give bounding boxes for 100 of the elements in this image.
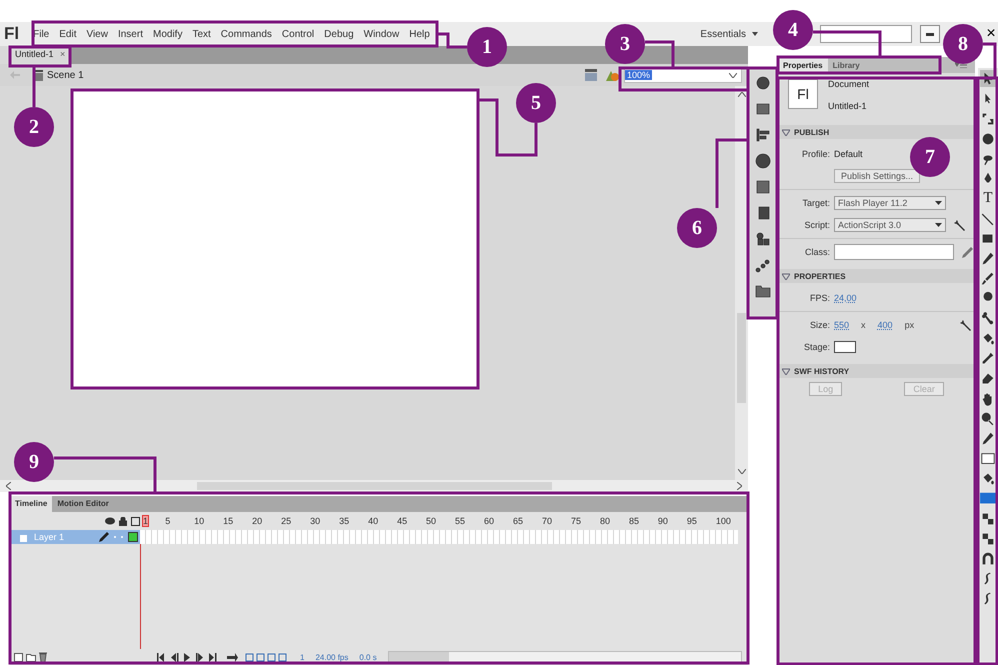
chevron-down-icon[interactable] (729, 72, 737, 78)
menu-item[interactable]: View (86, 28, 108, 40)
field-label: Stage: (802, 342, 830, 352)
eye-icon[interactable] (105, 517, 115, 525)
wrench-icon[interactable] (954, 220, 965, 230)
panel-tab[interactable]: Motion Editor (52, 496, 114, 512)
width-value[interactable]: 550 (834, 320, 850, 330)
folder-icon[interactable] (26, 652, 36, 662)
zoom-icon[interactable] (980, 410, 996, 426)
frame-number: 15 (223, 516, 234, 526)
squares-icon[interactable] (980, 530, 996, 546)
height-value[interactable]: 400 (878, 320, 893, 330)
disclosure-icon[interactable] (782, 128, 790, 136)
frame-number: 90 (658, 516, 668, 526)
loop-icon[interactable] (226, 652, 238, 662)
frame-cells[interactable] (140, 530, 738, 544)
scene-label[interactable]: Scene 1 (47, 70, 84, 80)
current-frame: 1 (300, 652, 304, 662)
frame-number: 40 (368, 516, 378, 526)
menu-item[interactable]: Window (364, 28, 400, 40)
menu-item[interactable]: Modify (152, 28, 182, 40)
onion-skin-icon[interactable] (245, 652, 289, 662)
frame-number: 30 (310, 516, 320, 526)
clapper-icon[interactable] (584, 68, 600, 82)
workspace-switcher[interactable]: Essentials (700, 28, 746, 40)
target-dropdown[interactable]: Flash Player 11.2 (834, 196, 946, 210)
disclosure-icon[interactable] (782, 272, 790, 280)
leader-line (813, 30, 882, 57)
outline-icon[interactable] (131, 516, 140, 526)
dropper-icon[interactable] (980, 350, 996, 366)
leader-line (645, 40, 674, 68)
brush-icon[interactable] (980, 270, 996, 286)
section-header[interactable]: SWF HISTORY (778, 364, 975, 378)
panel-tab[interactable]: Library (828, 58, 865, 72)
minimize-button[interactable] (920, 25, 940, 43)
text-tool[interactable]: T (983, 190, 993, 207)
frame-number: 35 (339, 516, 350, 526)
frame-number: 80 (600, 516, 610, 526)
fps-value[interactable]: 24,00 (834, 293, 857, 303)
frame-number: 55 (455, 516, 466, 526)
vertical-scrollbar[interactable] (735, 86, 748, 480)
new-layer-icon[interactable] (14, 652, 23, 662)
menu-item[interactable]: Help (409, 28, 430, 40)
frame-number: 95 (686, 516, 697, 526)
menu-item[interactable]: Control (282, 28, 314, 40)
playback-controls-icon[interactable] (157, 652, 219, 662)
pencil-icon[interactable] (980, 430, 996, 446)
fill-swatch-icon[interactable] (980, 490, 996, 506)
publish-settings-button[interactable]: Publish Settings... (834, 169, 920, 183)
horizontal-scrollbar[interactable] (0, 480, 748, 492)
leader-line (32, 66, 36, 107)
stroke-swatch-icon[interactable] (980, 450, 996, 466)
layer-color-swatch[interactable] (128, 532, 138, 542)
section-header[interactable]: PUBLISH (778, 125, 975, 139)
disclosure-icon[interactable] (782, 368, 790, 374)
frame-number: 10 (194, 516, 204, 526)
menu-item[interactable]: Commands (220, 28, 272, 40)
caret-icon (935, 223, 942, 227)
caret-icon (752, 32, 758, 36)
leader-line (716, 138, 748, 208)
menu-item[interactable]: Edit (59, 28, 76, 40)
sphere-icon[interactable] (980, 130, 996, 146)
menu-item[interactable]: Insert (118, 28, 143, 40)
panel-menu-icon[interactable] (955, 62, 967, 68)
pencil-icon[interactable] (980, 250, 996, 266)
document-type: Document (828, 79, 870, 89)
document-icon: Fl (788, 79, 818, 109)
scroll-thumb[interactable] (737, 313, 746, 403)
wrench-icon[interactable] (960, 320, 972, 330)
timeline-scrollbar[interactable] (388, 651, 742, 663)
menu-item[interactable]: Debug (324, 28, 354, 40)
chevron-left-icon[interactable] (6, 482, 11, 490)
components-icon[interactable] (754, 230, 772, 248)
panel-tab[interactable]: Timeline (10, 496, 52, 512)
field-label: FPS: (808, 293, 830, 303)
frame-rate[interactable]: 24.00 fps (315, 652, 348, 662)
scroll-thumb[interactable] (388, 652, 449, 662)
layer-icon (20, 532, 29, 542)
line-icon[interactable] (980, 210, 996, 226)
frame-number: 20 (252, 516, 262, 526)
class-field[interactable] (834, 244, 954, 260)
bone-icon[interactable] (980, 310, 996, 326)
align-icon[interactable] (754, 126, 772, 144)
callout-badge: 4 (773, 10, 813, 50)
script-dropdown[interactable]: ActionScript 3.0 (834, 218, 946, 232)
section-header[interactable]: PROPERTIES (778, 269, 975, 283)
chevron-down-icon[interactable] (738, 469, 746, 474)
frame-number: 75 (570, 516, 581, 526)
stage-color-swatch[interactable] (834, 341, 856, 353)
scroll-thumb[interactable] (196, 482, 552, 490)
chevron-up-icon[interactable] (738, 92, 746, 97)
lock-icon[interactable] (119, 516, 127, 526)
magnet-icon[interactable] (980, 550, 996, 566)
menu-item[interactable]: Text (192, 28, 211, 40)
trash-icon[interactable] (39, 652, 47, 662)
profile-value: Default (834, 149, 863, 159)
squares-icon[interactable] (980, 510, 996, 526)
close-button[interactable]: × (984, 25, 998, 43)
chevron-right-icon[interactable] (737, 482, 742, 490)
document-name: Untitled-1 (828, 101, 868, 111)
